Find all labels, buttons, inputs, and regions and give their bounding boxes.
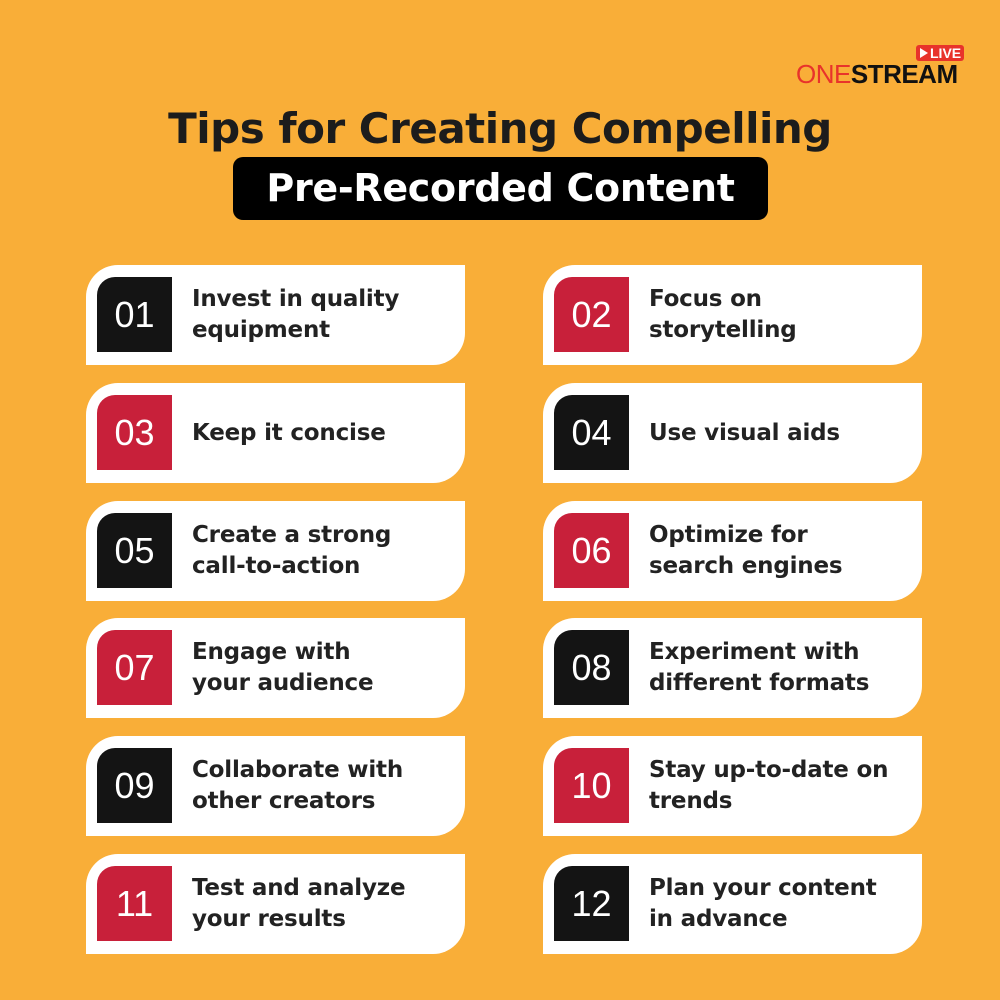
tip-number: 07 [97,630,172,705]
tip-text: Create a strong call-to-action [192,522,392,579]
tip-text: Plan your content in advance [649,875,877,932]
tip-text: Experiment with different formats [649,639,870,696]
tip-number: 03 [97,395,172,470]
tip-text: Keep it concise [192,419,386,446]
brand-wordmark: ONESTREAM [796,61,958,87]
onestream-live-logo: LIVE ONESTREAM [796,44,966,88]
tip-card: 12 Plan your content in advance [543,854,922,954]
brand-name-part1: ONE [796,59,851,89]
tip-text: Invest in quality equipment [192,286,400,343]
tip-number: 01 [97,277,172,352]
tip-number: 08 [554,630,629,705]
tip-card: 02 Focus on storytelling [543,265,922,365]
tip-number: 10 [554,748,629,823]
tip-number: 05 [97,513,172,588]
page-title: Tips for Creating Compelling [168,104,832,153]
tip-text: Use visual aids [649,419,840,446]
tip-card: 09 Collaborate with other creators [86,736,465,836]
tip-card: 07 Engage with your audience [86,618,465,718]
tip-card: 11 Test and analyze your results [86,854,465,954]
tip-card: 08 Experiment with different formats [543,618,922,718]
tip-card: 06 Optimize for search engines [543,501,922,601]
tip-text: Focus on storytelling [649,286,797,343]
tip-number: 06 [554,513,629,588]
tip-text: Collaborate with other creators [192,757,403,814]
tip-card: 05 Create a strong call-to-action [86,501,465,601]
tip-text: Engage with your audience [192,639,374,696]
tip-number: 09 [97,748,172,823]
tip-text: Test and analyze your results [192,875,406,932]
tip-text: Optimize for search engines [649,522,843,579]
tip-card: 04 Use visual aids [543,383,922,483]
play-icon [920,48,928,58]
tip-card: 10 Stay up-to-date on trends [543,736,922,836]
tip-number: 02 [554,277,629,352]
tip-text: Stay up-to-date on trends [649,757,889,814]
page-subtitle: Pre-Recorded Content [233,157,768,220]
tip-number: 12 [554,866,629,941]
tip-number: 11 [97,866,172,941]
tip-number: 04 [554,395,629,470]
tip-card: 01 Invest in quality equipment [86,265,465,365]
brand-name-part2: STREAM [850,59,958,89]
tip-card: 03 Keep it concise [86,383,465,483]
